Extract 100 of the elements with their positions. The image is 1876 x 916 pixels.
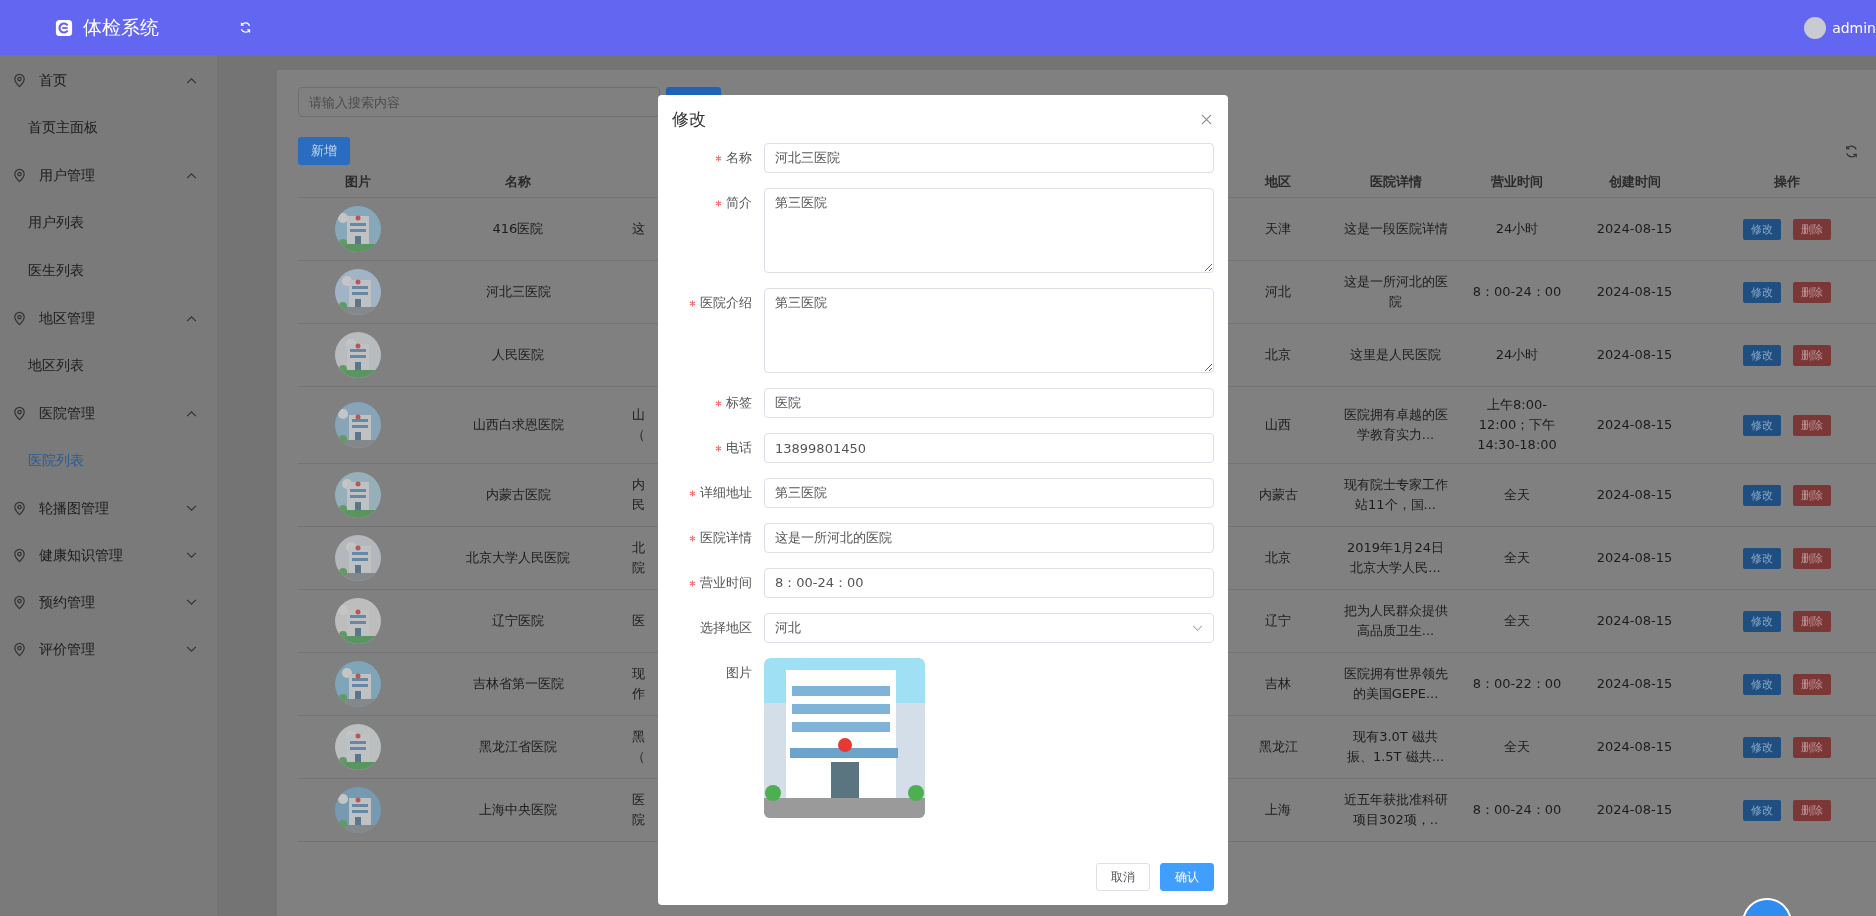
user-name[interactable]: admin [1832,19,1876,36]
column-header: 操作 [1773,173,1801,191]
app-title: 体检系统 [83,14,159,40]
field-label: 详细地址 [700,484,752,502]
text-area[interactable]: 第三医院 [764,188,1214,273]
table-cell-text: 2024-08-15 [1595,486,1674,504]
avatar[interactable] [1804,16,1827,39]
delete-button[interactable]: 删除 [1793,484,1831,506]
chevron-down-icon [1192,624,1203,632]
menu-item[interactable]: 用户管理 [0,152,217,199]
menu-item[interactable]: 首页 [0,57,217,104]
column-header: 地区 [1263,173,1292,191]
location-pin-icon [12,311,27,326]
add-button[interactable]: 新增 [298,137,350,165]
table-cell-text: 2019年1月24日北京大学人民... [1346,539,1445,577]
field-label: 医院详情 [700,529,752,547]
column-header: 医院详情 [1368,173,1423,191]
submenu-item[interactable]: 用户列表 [0,199,217,247]
location-pin-icon [12,73,27,88]
table-cell-text: 内 民 [632,476,645,514]
table-cell-text: 24小时 [1494,220,1540,238]
input-field[interactable]: 这是一所河北的医院 [764,523,1214,553]
delete-button[interactable]: 删除 [1793,799,1831,821]
field-label: 名称 [726,149,752,167]
submenu-item[interactable]: 首页主面板 [0,104,217,152]
table-cell-text: 2024-08-15 [1595,738,1674,756]
table-cell-text: 天津 [1264,220,1292,238]
submenu-item[interactable]: 医生列表 [0,247,217,295]
menu-item[interactable]: 健康知识管理 [0,532,217,579]
field-label: 选择地区 [700,619,752,637]
column-header: 名称 [504,173,532,191]
delete-button[interactable]: 删除 [1793,736,1831,758]
input-field[interactable]: 8：00-24：00 [764,568,1214,598]
menu-item[interactable]: 评价管理 [0,626,217,673]
input-field[interactable]: 医院 [764,388,1214,418]
table-cell-text: 河北 [1264,283,1292,301]
delete-button[interactable]: 删除 [1793,344,1831,366]
edit-button[interactable]: 修改 [1743,281,1781,303]
table-cell-text: 全天 [1503,486,1531,504]
table-cell-text: 2024-08-15 [1595,549,1674,567]
table-cell-text: 人民医院 [491,346,545,364]
menu-item[interactable]: 预约管理 [0,579,217,626]
menu-item[interactable]: 轮播图管理 [0,485,217,532]
edit-button[interactable]: 修改 [1743,344,1781,366]
location-pin-icon [12,548,27,563]
menu-item[interactable]: 地区管理 [0,295,217,342]
table-cell-text: 黑龙江省医院 [478,738,558,756]
edit-button[interactable]: 修改 [1743,799,1781,821]
table-cell-text: 北京 [1264,346,1292,364]
input-field[interactable]: 第三医院 [764,478,1214,508]
table-cell-text: 河北三医院 [484,283,552,301]
cancel-button[interactable]: 取消 [1096,863,1150,891]
refresh-icon[interactable] [1844,143,1859,159]
table-cell-text: 2024-08-15 [1595,675,1674,693]
table-cell-text: 这 [632,220,645,238]
table-cell-text: 2024-08-15 [1595,283,1674,301]
menu-item[interactable]: 医院管理 [0,390,217,437]
edit-button[interactable]: 修改 [1743,484,1781,506]
close-icon[interactable] [1201,113,1212,125]
edit-button[interactable]: 修改 [1743,414,1781,436]
location-pin-icon [12,168,27,183]
table-cell-text: 24小时 [1494,346,1540,364]
delete-button[interactable]: 删除 [1793,610,1831,632]
text-area[interactable]: 第三医院 [764,288,1214,373]
table-cell-text: 全天 [1503,738,1531,756]
confirm-button[interactable]: 确认 [1160,863,1214,891]
column-header: 创建时间 [1607,173,1662,191]
table-cell-text: 辽宁 [1264,612,1292,630]
edit-button[interactable]: 修改 [1743,610,1781,632]
table-cell-text: 医院拥有卓越的医学教育实力... [1342,406,1449,444]
table-cell-text: 山西白求恩医院 [471,416,565,434]
table-cell-text: 近五年获批准科研项目302项，.. [1342,791,1449,829]
logo-icon [55,18,73,37]
delete-button[interactable]: 删除 [1793,414,1831,436]
table-cell-text: 现 作 [632,665,645,703]
delete-button[interactable]: 删除 [1793,281,1831,303]
refresh-icon[interactable] [239,21,252,34]
delete-button[interactable]: 删除 [1793,218,1831,240]
chevron-down-icon [186,552,197,559]
input-field[interactable]: 河北三医院 [764,143,1214,173]
table-cell-text: 2024-08-15 [1595,220,1674,238]
edit-button[interactable]: 修改 [1743,736,1781,758]
input-field[interactable]: 13899801450 [764,433,1214,463]
table-cell-text: 北 院 [632,539,645,577]
field-label: 电话 [726,439,752,457]
edit-button[interactable]: 修改 [1743,218,1781,240]
delete-button[interactable]: 删除 [1793,547,1831,569]
table-cell-text: 2024-08-15 [1595,801,1674,819]
location-pin-icon [12,595,27,610]
edit-button[interactable]: 修改 [1743,547,1781,569]
delete-button[interactable]: 删除 [1793,673,1831,695]
table-cell-text: 8：00-24：00 [1471,283,1563,301]
table-cell-text: 全天 [1503,549,1531,567]
field-label: 标签 [726,394,752,412]
table-cell-text: 北京 [1264,549,1292,567]
edit-button[interactable]: 修改 [1743,673,1781,695]
table-cell-text: 内蒙古 [1257,486,1299,504]
region-select[interactable]: 河北 [764,613,1214,643]
submenu-item[interactable]: 地区列表 [0,342,217,390]
chevron-up-icon [186,172,197,179]
